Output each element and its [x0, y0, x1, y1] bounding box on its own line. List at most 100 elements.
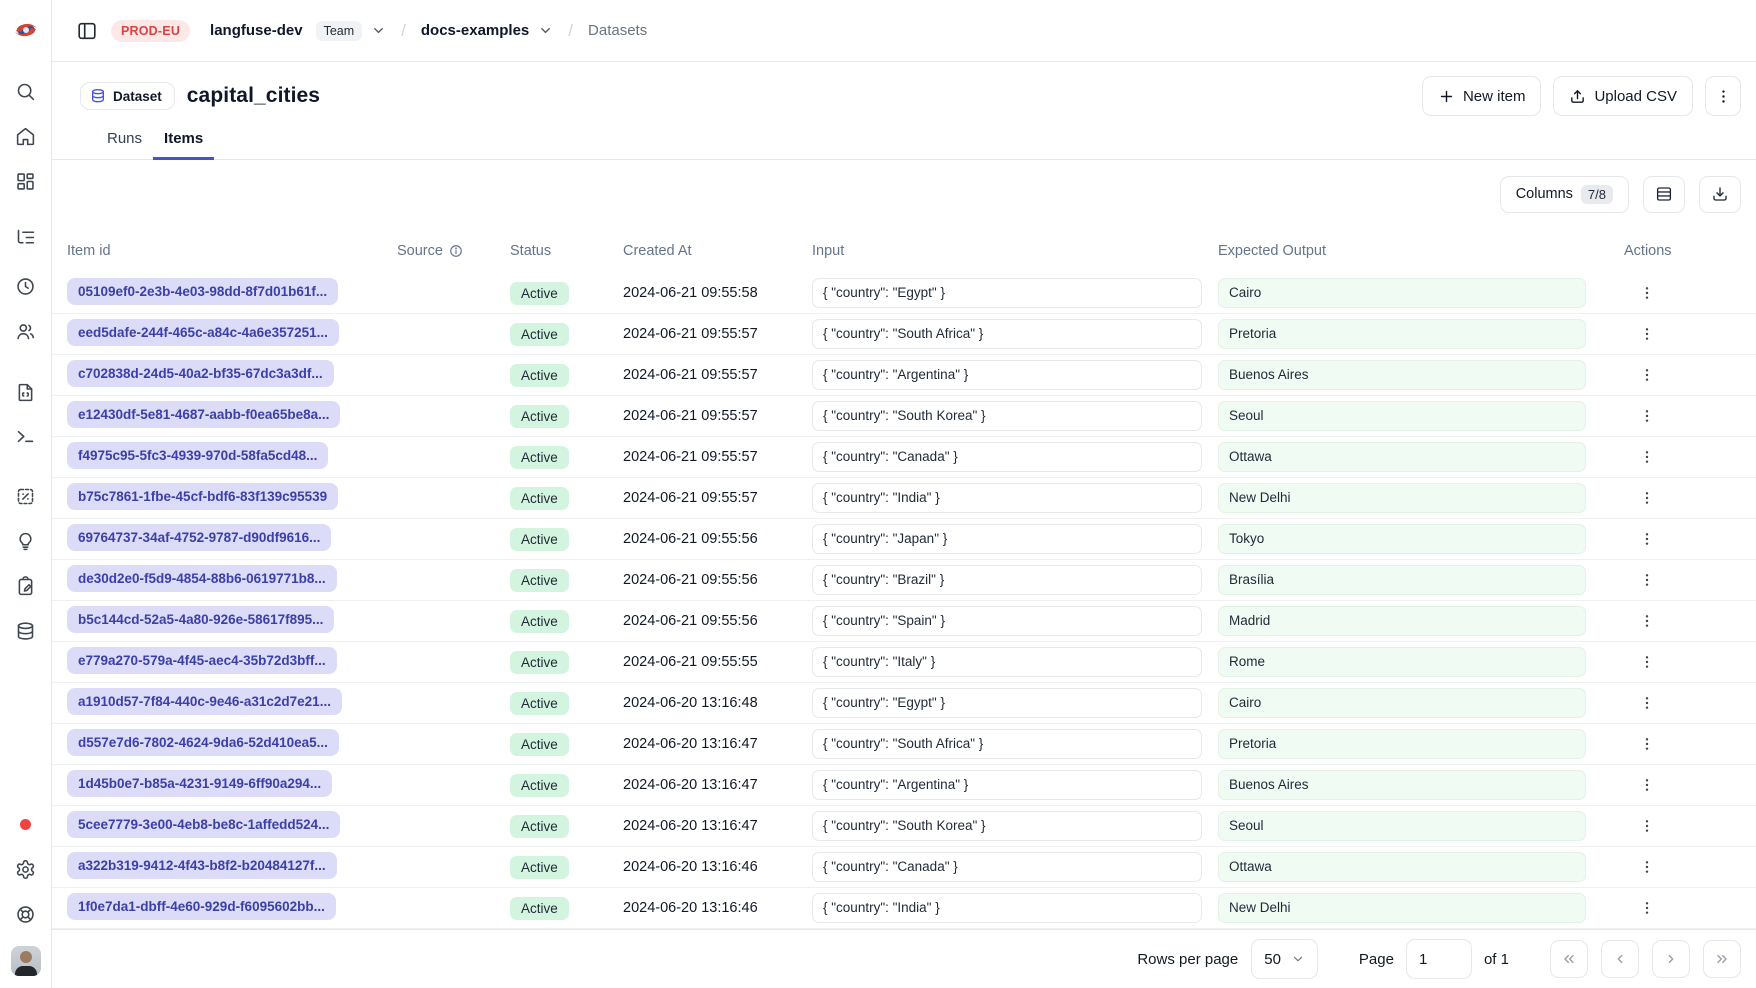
- new-item-button[interactable]: New item: [1422, 76, 1542, 116]
- row-kebab-menu-button[interactable]: [1632, 319, 1662, 349]
- input-value[interactable]: { "country": "South Korea" }: [812, 811, 1202, 841]
- percent-square-icon[interactable]: [8, 478, 44, 514]
- home-icon[interactable]: [8, 118, 44, 154]
- page-number-input[interactable]: [1406, 939, 1472, 979]
- column-header-input[interactable]: Input: [812, 243, 1218, 259]
- input-value[interactable]: { "country": "Argentina" }: [812, 770, 1202, 800]
- expected-output-value[interactable]: Buenos Aires: [1218, 360, 1586, 390]
- row-kebab-menu-button[interactable]: [1632, 729, 1662, 759]
- item-id-badge[interactable]: b75c7861-1fbe-45cf-bdf6-83f139c95539: [67, 483, 338, 510]
- item-id-badge[interactable]: 69764737-34af-4752-9787-d90df9616...: [67, 524, 331, 551]
- item-id-badge[interactable]: c702838d-24d5-40a2-bf35-67dc3a3df...: [67, 360, 334, 387]
- expected-output-value[interactable]: Cairo: [1218, 688, 1586, 718]
- input-value[interactable]: { "country": "India" }: [812, 483, 1202, 513]
- expected-output-value[interactable]: Seoul: [1218, 811, 1586, 841]
- user-avatar[interactable]: [11, 946, 41, 976]
- expected-output-value[interactable]: Madrid: [1218, 606, 1586, 636]
- clock-icon[interactable]: [8, 268, 44, 304]
- search-icon[interactable]: [8, 73, 44, 109]
- gear-icon[interactable]: [8, 851, 44, 887]
- row-kebab-menu-button[interactable]: [1632, 770, 1662, 800]
- tab-items[interactable]: Items: [153, 130, 214, 159]
- input-value[interactable]: { "country": "South Africa" }: [812, 729, 1202, 759]
- last-page-button[interactable]: [1703, 940, 1741, 978]
- row-kebab-menu-button[interactable]: [1632, 442, 1662, 472]
- input-value[interactable]: { "country": "Egypt" }: [812, 688, 1202, 718]
- expected-output-value[interactable]: New Delhi: [1218, 483, 1586, 513]
- column-header-status[interactable]: Status: [510, 243, 623, 259]
- column-header-item-id[interactable]: Item id: [67, 243, 397, 259]
- row-kebab-menu-button[interactable]: [1632, 401, 1662, 431]
- header-kebab-menu-button[interactable]: [1705, 76, 1741, 116]
- org-name[interactable]: langfuse-dev: [210, 22, 303, 39]
- database-icon[interactable]: [8, 613, 44, 649]
- item-id-badge[interactable]: f4975c95-5fc3-4939-970d-58fa5cd48...: [67, 442, 328, 469]
- item-id-badge[interactable]: a1910d57-7f84-440c-9e46-a31c2d7e21...: [67, 688, 342, 715]
- expected-output-value[interactable]: Pretoria: [1218, 319, 1586, 349]
- row-kebab-menu-button[interactable]: [1632, 483, 1662, 513]
- item-id-badge[interactable]: eed5dafe-244f-465c-a84c-4a6e357251...: [67, 319, 339, 346]
- item-id-badge[interactable]: b5c144cd-52a5-4a80-926e-58617f895...: [67, 606, 334, 633]
- item-id-badge[interactable]: 1f0e7da1-dbff-4e60-929d-f6095602bb...: [67, 893, 336, 920]
- upload-csv-button[interactable]: Upload CSV: [1553, 76, 1693, 116]
- download-button[interactable]: [1699, 176, 1741, 213]
- tab-runs[interactable]: Runs: [96, 130, 153, 159]
- item-id-badge[interactable]: 05109ef0-2e3b-4e03-98dd-8f7d01b61f...: [67, 278, 338, 305]
- input-value[interactable]: { "country": "South Africa" }: [812, 319, 1202, 349]
- status-dot[interactable]: [8, 806, 44, 842]
- column-header-source[interactable]: Source: [397, 243, 510, 259]
- terminal-icon[interactable]: [8, 418, 44, 454]
- expected-output-value[interactable]: Ottawa: [1218, 852, 1586, 882]
- file-code-icon[interactable]: [8, 374, 44, 410]
- next-page-button[interactable]: [1652, 940, 1690, 978]
- input-value[interactable]: { "country": "Japan" }: [812, 524, 1202, 554]
- first-page-button[interactable]: [1550, 940, 1588, 978]
- row-kebab-menu-button[interactable]: [1632, 278, 1662, 308]
- previous-page-button[interactable]: [1601, 940, 1639, 978]
- input-value[interactable]: { "country": "Argentina" }: [812, 360, 1202, 390]
- row-kebab-menu-button[interactable]: [1632, 565, 1662, 595]
- item-id-badge[interactable]: 5cee7779-3e00-4eb8-be8c-1affedd524...: [67, 811, 340, 838]
- row-height-button[interactable]: [1643, 176, 1685, 213]
- expected-output-value[interactable]: New Delhi: [1218, 893, 1586, 923]
- item-id-badge[interactable]: e779a270-579a-4f45-aec4-35b72d3bff...: [67, 647, 337, 674]
- row-kebab-menu-button[interactable]: [1632, 688, 1662, 718]
- row-kebab-menu-button[interactable]: [1632, 893, 1662, 923]
- org-switcher-chevron-down-icon[interactable]: [371, 23, 386, 38]
- input-value[interactable]: { "country": "Spain" }: [812, 606, 1202, 636]
- row-kebab-menu-button[interactable]: [1632, 811, 1662, 841]
- expected-output-value[interactable]: Seoul: [1218, 401, 1586, 431]
- rows-per-page-select[interactable]: 50: [1251, 939, 1318, 979]
- lightbulb-icon[interactable]: [8, 523, 44, 559]
- input-value[interactable]: { "country": "Canada" }: [812, 852, 1202, 882]
- project-name[interactable]: docs-examples: [421, 22, 529, 39]
- breadcrumb-section[interactable]: Datasets: [588, 22, 647, 39]
- users-icon[interactable]: [8, 313, 44, 349]
- expected-output-value[interactable]: Rome: [1218, 647, 1586, 677]
- item-id-badge[interactable]: de30d2e0-f5d9-4854-88b6-0619771b8...: [67, 565, 337, 592]
- dashboard-grid-icon[interactable]: [8, 163, 44, 199]
- input-value[interactable]: { "country": "Italy" }: [812, 647, 1202, 677]
- input-value[interactable]: { "country": "South Korea" }: [812, 401, 1202, 431]
- expected-output-value[interactable]: Buenos Aires: [1218, 770, 1586, 800]
- column-header-expected-output[interactable]: Expected Output: [1218, 243, 1624, 259]
- row-kebab-menu-button[interactable]: [1632, 647, 1662, 677]
- expected-output-value[interactable]: Ottawa: [1218, 442, 1586, 472]
- item-id-badge[interactable]: e12430df-5e81-4687-aabb-f0ea65be8a...: [67, 401, 340, 428]
- expected-output-value[interactable]: Brasília: [1218, 565, 1586, 595]
- expected-output-value[interactable]: Cairo: [1218, 278, 1586, 308]
- lifebuoy-icon[interactable]: [8, 896, 44, 932]
- row-kebab-menu-button[interactable]: [1632, 360, 1662, 390]
- input-value[interactable]: { "country": "Egypt" }: [812, 278, 1202, 308]
- item-id-badge[interactable]: 1d45b0e7-b85a-4231-9149-6ff90a294...: [67, 770, 332, 797]
- input-value[interactable]: { "country": "India" }: [812, 893, 1202, 923]
- list-tree-icon[interactable]: [8, 219, 44, 255]
- row-kebab-menu-button[interactable]: [1632, 524, 1662, 554]
- sidebar-toggle-icon[interactable]: [76, 20, 98, 42]
- row-kebab-menu-button[interactable]: [1632, 852, 1662, 882]
- columns-button[interactable]: Columns 7/8: [1500, 176, 1629, 213]
- project-switcher-chevron-down-icon[interactable]: [538, 23, 553, 38]
- clipboard-pen-icon[interactable]: [8, 568, 44, 604]
- expected-output-value[interactable]: Pretoria: [1218, 729, 1586, 759]
- expected-output-value[interactable]: Tokyo: [1218, 524, 1586, 554]
